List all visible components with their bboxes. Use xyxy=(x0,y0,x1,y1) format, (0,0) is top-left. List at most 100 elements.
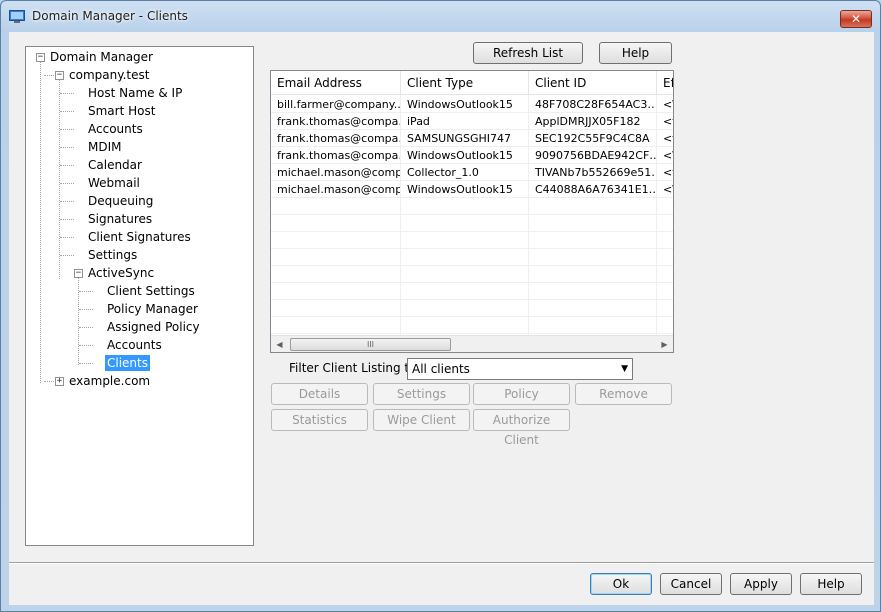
cell-ef: <f xyxy=(663,132,673,145)
cell-ef: <\ xyxy=(663,98,673,111)
apply-button[interactable]: Apply xyxy=(730,573,792,595)
details-button[interactable]: Details xyxy=(271,383,368,405)
tree-connector xyxy=(60,201,74,202)
cell-email: bill.farmer@company.… xyxy=(271,96,401,113)
domain-manager-window: Domain Manager - Clients ✕ − Domain Mana… xyxy=(0,0,881,612)
tree-connector xyxy=(60,219,74,220)
table-row[interactable]: michael.mason@comp… WindowsOutlook15 C44… xyxy=(271,181,673,198)
empty-row xyxy=(271,249,673,266)
domain-tree[interactable]: − Domain Manager − company.test Host Nam… xyxy=(25,46,254,546)
cancel-button[interactable]: Cancel xyxy=(660,573,722,595)
cell-ef: <\ xyxy=(663,149,673,162)
tree-item-host-name-ip[interactable]: Host Name & IP xyxy=(86,85,184,101)
tree-connector xyxy=(60,93,74,94)
column-header-client-id[interactable]: Client ID xyxy=(529,71,657,95)
expand-icon[interactable]: + xyxy=(55,377,64,386)
collapse-icon[interactable]: − xyxy=(36,53,45,62)
tree-root-domain-manager[interactable]: Domain Manager xyxy=(48,49,155,65)
statistics-button[interactable]: Statistics xyxy=(271,409,368,431)
horizontal-scrollbar[interactable]: ◀ III ▶ xyxy=(271,335,673,352)
tree-connector xyxy=(79,309,93,310)
column-header-client-type[interactable]: Client Type xyxy=(401,71,529,95)
tree-item-smart-host[interactable]: Smart Host xyxy=(86,103,157,119)
tree-item-signatures[interactable]: Signatures xyxy=(86,211,154,227)
cell-client-type: iPad xyxy=(401,113,529,130)
cell-client-type: SAMSUNGSGHI747 xyxy=(401,130,529,147)
scroll-right-icon[interactable]: ▶ xyxy=(656,336,673,352)
table-row[interactable]: frank.thomas@compa… WindowsOutlook15 909… xyxy=(271,147,673,164)
tree-item-example-com[interactable]: example.com xyxy=(67,373,152,389)
tree-item-activesync-accounts[interactable]: Accounts xyxy=(105,337,164,353)
tree-connector xyxy=(40,61,41,383)
empty-row xyxy=(271,283,673,300)
list-header: Email Address Client Type Client ID Ef xyxy=(271,71,673,95)
tree-item-company-test[interactable]: company.test xyxy=(67,67,151,83)
tree-connector xyxy=(60,147,74,148)
table-row[interactable]: bill.farmer@company.… WindowsOutlook15 4… xyxy=(271,96,673,113)
tree-connector xyxy=(79,345,93,346)
empty-row xyxy=(271,266,673,283)
refresh-list-button[interactable]: Refresh List xyxy=(473,42,583,64)
title-bar[interactable]: Domain Manager - Clients ✕ xyxy=(1,1,880,31)
cell-client-id: SEC192C55F9C4C8A xyxy=(529,130,657,147)
filter-selected-value: All clients xyxy=(412,362,470,376)
authorize-client-button[interactable]: Authorize Client xyxy=(473,409,570,447)
ok-button[interactable]: Ok xyxy=(590,573,652,595)
column-header-email[interactable]: Email Address xyxy=(271,71,401,95)
tree-item-clients[interactable]: Clients xyxy=(105,355,150,371)
tree-connector xyxy=(79,291,93,292)
cell-email: michael.mason@comp… xyxy=(271,164,401,181)
cell-ef: <f xyxy=(663,166,673,179)
tree-item-policy-manager[interactable]: Policy Manager xyxy=(105,301,200,317)
close-icon: ✕ xyxy=(850,12,862,26)
policy-button[interactable]: Policy xyxy=(473,383,570,405)
tree-connector xyxy=(60,255,74,256)
cell-client-id: 9090756BDAE942CF… xyxy=(529,147,657,164)
tree-connector xyxy=(60,111,74,112)
tree-item-mdim[interactable]: MDIM xyxy=(86,139,124,155)
tree-item-accounts[interactable]: Accounts xyxy=(86,121,145,137)
settings-button[interactable]: Settings xyxy=(373,383,470,405)
tree-connector xyxy=(60,183,74,184)
tree-item-client-settings[interactable]: Client Settings xyxy=(105,283,197,299)
cell-client-type: Collector_1.0 xyxy=(401,164,529,181)
cell-client-type: WindowsOutlook15 xyxy=(401,96,529,113)
tree-item-webmail[interactable]: Webmail xyxy=(86,175,142,191)
table-row[interactable]: frank.thomas@compa… SAMSUNGSGHI747 SEC19… xyxy=(271,130,673,147)
tree-connector xyxy=(79,327,93,328)
clients-list[interactable]: Email Address Client Type Client ID Ef b… xyxy=(270,70,674,353)
cell-client-id: C44088A6A76341E1… xyxy=(529,181,657,198)
close-button[interactable]: ✕ xyxy=(840,10,872,28)
help-top-button[interactable]: Help xyxy=(599,42,672,64)
scroll-left-icon[interactable]: ◀ xyxy=(271,336,288,352)
tree-item-dequeuing[interactable]: Dequeuing xyxy=(86,193,155,209)
collapse-icon[interactable]: − xyxy=(55,71,64,80)
footer-separator xyxy=(9,562,874,564)
empty-row xyxy=(271,317,673,334)
tree-item-assigned-policy[interactable]: Assigned Policy xyxy=(105,319,202,335)
cell-client-id: TIVANb7b552669e51… xyxy=(529,164,657,181)
cell-email: frank.thomas@compa… xyxy=(271,130,401,147)
tree-item-calendar[interactable]: Calendar xyxy=(86,157,144,173)
filter-dropdown[interactable]: All clients ▼ xyxy=(407,358,633,380)
tree-item-settings[interactable]: Settings xyxy=(86,247,139,263)
tree-item-activesync[interactable]: ActiveSync xyxy=(86,265,156,281)
collapse-icon[interactable]: − xyxy=(74,269,83,278)
cell-ef: <\ xyxy=(663,183,673,196)
wipe-client-button[interactable]: Wipe Client xyxy=(373,409,470,431)
remove-button[interactable]: Remove xyxy=(575,383,672,405)
cell-email: frank.thomas@compa… xyxy=(271,147,401,164)
empty-row xyxy=(271,232,673,249)
cell-client-type: WindowsOutlook15 xyxy=(401,181,529,198)
tree-item-client-signatures[interactable]: Client Signatures xyxy=(86,229,193,245)
table-row[interactable]: frank.thomas@compa… iPad ApplDMRJJX05F18… xyxy=(271,113,673,130)
scroll-thumb[interactable]: III xyxy=(290,338,451,351)
cell-email: michael.mason@comp… xyxy=(271,181,401,198)
column-header-ef[interactable]: Ef xyxy=(657,71,673,95)
table-row[interactable]: michael.mason@comp… Collector_1.0 TIVANb… xyxy=(271,164,673,181)
tree-connector xyxy=(79,363,93,364)
empty-row xyxy=(271,300,673,317)
dialog-body: − Domain Manager − company.test Host Nam… xyxy=(9,32,874,605)
cell-client-type: WindowsOutlook15 xyxy=(401,147,529,164)
help-button[interactable]: Help xyxy=(800,573,862,595)
